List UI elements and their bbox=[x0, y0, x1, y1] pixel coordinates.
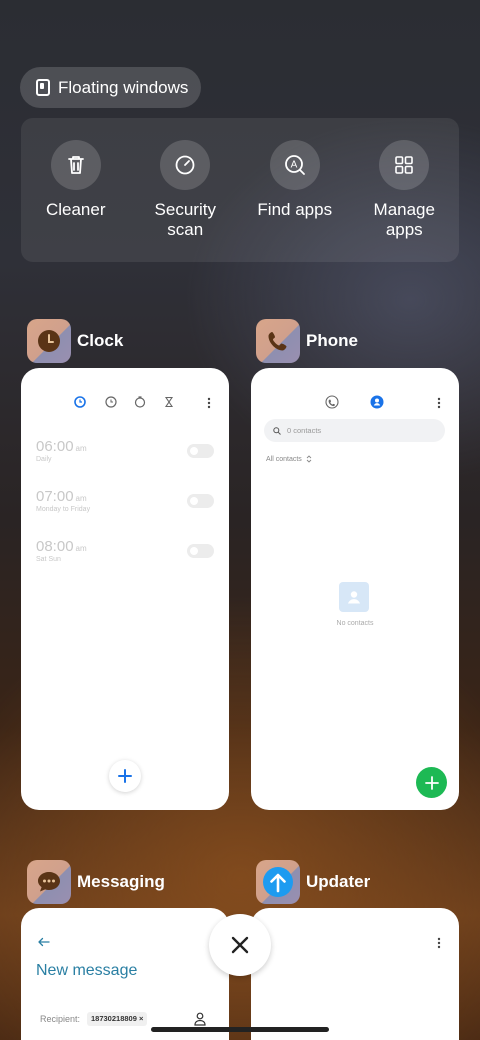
clear-all-button[interactable] bbox=[209, 914, 271, 976]
find-apps-icon: A bbox=[269, 140, 320, 190]
tool-label: Find apps bbox=[257, 200, 333, 219]
messaging-app-icon bbox=[27, 860, 71, 904]
more-options-icon[interactable] bbox=[437, 937, 441, 949]
updater-app-header[interactable]: Updater bbox=[256, 860, 370, 904]
new-message-title: New message bbox=[36, 962, 138, 979]
search-placeholder: 0 contacts bbox=[287, 426, 322, 435]
empty-contacts-text: No contacts bbox=[336, 620, 374, 627]
search-icon bbox=[273, 426, 281, 435]
tool-security-scan[interactable]: Security scan bbox=[131, 118, 241, 262]
add-contact-button[interactable] bbox=[416, 767, 447, 798]
close-icon bbox=[231, 936, 249, 954]
tool-label: Cleaner bbox=[45, 200, 106, 219]
sort-chevron-icon bbox=[306, 455, 312, 463]
alarm-ampm: am bbox=[75, 444, 87, 453]
messaging-app-name: Messaging bbox=[77, 872, 165, 891]
alarm-time: 07:00 bbox=[36, 488, 74, 505]
recipient-chip[interactable]: 18730218809 × bbox=[87, 1012, 148, 1026]
phone-app-header[interactable]: Phone bbox=[256, 319, 358, 363]
tool-cleaner[interactable]: Cleaner bbox=[21, 118, 131, 262]
tool-label: Security scan bbox=[154, 200, 216, 239]
alarm-toggle[interactable] bbox=[187, 444, 214, 458]
add-contact-icon[interactable] bbox=[194, 1012, 206, 1026]
more-options-icon[interactable] bbox=[437, 397, 441, 409]
alarm-ampm: am bbox=[75, 494, 87, 503]
tool-find-apps[interactable]: A Find apps bbox=[240, 118, 350, 262]
alarm-time: 08:00 bbox=[36, 538, 74, 555]
trash-icon bbox=[50, 140, 101, 190]
phone-app-name: Phone bbox=[306, 331, 358, 350]
alarm-repeat: Monday to Friday bbox=[36, 506, 91, 513]
home-gesture-bar[interactable] bbox=[151, 1027, 329, 1032]
updater-app-name: Updater bbox=[306, 872, 371, 891]
phone-app-icon bbox=[256, 319, 300, 363]
clock-tabs bbox=[74, 396, 174, 408]
recipient-label: Recipient: bbox=[40, 1014, 81, 1024]
plus-icon bbox=[424, 775, 439, 790]
updater-app-icon bbox=[256, 860, 300, 904]
alarm-repeat: Daily bbox=[36, 456, 52, 463]
svg-text:A: A bbox=[290, 160, 297, 171]
add-alarm-button[interactable] bbox=[109, 760, 141, 792]
phone-app-card[interactable]: 0 contacts All contacts No contacts bbox=[251, 368, 459, 810]
clock-app-header[interactable]: Clock bbox=[27, 319, 123, 363]
floating-windows-label: Floating windows bbox=[58, 77, 189, 97]
contacts-filter-dropdown[interactable]: All contacts bbox=[266, 455, 312, 463]
clock-app-card[interactable]: 06:00 am Daily 07:00 am Monday to Friday 0… bbox=[21, 368, 229, 810]
alarm-ampm: am bbox=[75, 544, 87, 553]
floating-windows-button[interactable]: Floating windows bbox=[20, 67, 201, 108]
security-scan-icon bbox=[160, 140, 211, 190]
contacts-tab-icon[interactable] bbox=[370, 395, 384, 409]
back-arrow-icon[interactable] bbox=[37, 937, 50, 947]
alarm-repeat: Sat Sun bbox=[36, 556, 61, 563]
plus-icon bbox=[118, 769, 132, 783]
messaging-app-header[interactable]: Messaging bbox=[27, 860, 165, 904]
alarm-toggle[interactable] bbox=[187, 494, 214, 508]
empty-contacts-icon bbox=[339, 582, 369, 612]
contacts-search-input[interactable]: 0 contacts bbox=[264, 419, 445, 442]
quick-tools-panel: Cleaner Security scan A Find apps Manage… bbox=[21, 118, 459, 262]
updater-app-card[interactable] bbox=[251, 908, 459, 1040]
call-log-tab-icon[interactable] bbox=[325, 395, 339, 409]
clock-app-name: Clock bbox=[77, 331, 124, 350]
alarm-toggle[interactable] bbox=[187, 544, 214, 558]
contacts-filter-label: All contacts bbox=[266, 455, 302, 463]
more-options-icon[interactable] bbox=[207, 397, 211, 409]
alarm-time: 06:00 bbox=[36, 438, 74, 455]
messaging-app-card[interactable]: New message Recipient: 18730218809 × bbox=[21, 908, 229, 1040]
tool-manage-apps[interactable]: Manage apps bbox=[350, 118, 460, 262]
tool-label: Manage apps bbox=[373, 200, 435, 239]
floating-window-icon bbox=[36, 79, 50, 96]
grid-icon bbox=[379, 140, 430, 190]
clock-app-icon bbox=[27, 319, 71, 363]
